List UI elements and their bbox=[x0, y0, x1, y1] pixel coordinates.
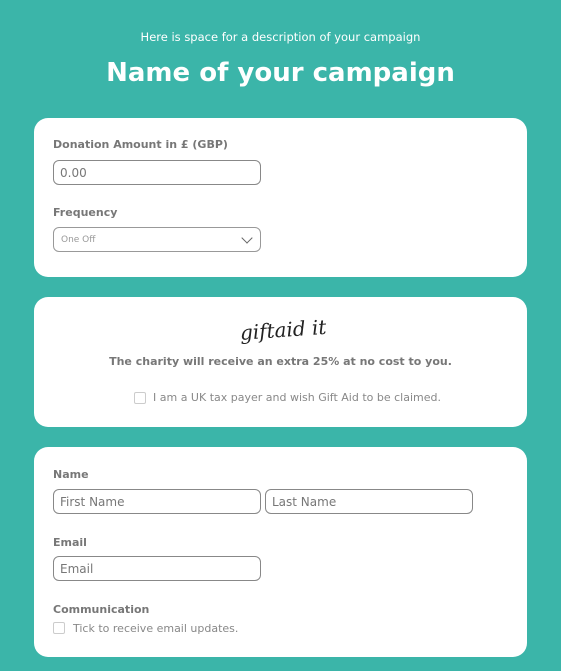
giftaid-info: The charity will receive an extra 25% at… bbox=[109, 355, 452, 368]
campaign-description: Here is space for a description of your … bbox=[140, 30, 421, 44]
communication-checkbox[interactable] bbox=[53, 622, 65, 634]
first-name-input[interactable] bbox=[53, 489, 261, 514]
communication-label: Communication bbox=[53, 603, 150, 616]
giftaid-card: giftaid it The charity will receive an e… bbox=[34, 297, 527, 427]
giftaid-logo-image: giftaid it bbox=[239, 315, 328, 345]
last-name-input[interactable] bbox=[265, 489, 473, 514]
name-label: Name bbox=[53, 468, 89, 481]
giftaid-logo: giftaid it bbox=[34, 315, 527, 353]
donation-amount-label: Donation Amount in £ (GBP) bbox=[53, 138, 228, 151]
donation-card: Donation Amount in £ (GBP) Frequency One… bbox=[34, 118, 527, 277]
communication-checkbox-label: Tick to receive email updates. bbox=[73, 622, 239, 635]
frequency-selected-value: One Off bbox=[61, 234, 96, 245]
svg-text:giftaid it: giftaid it bbox=[239, 315, 326, 345]
frequency-select[interactable]: One Off bbox=[53, 227, 261, 252]
details-card: Name Email Communication Tick to receive… bbox=[34, 447, 527, 657]
frequency-label: Frequency bbox=[53, 206, 118, 219]
giftaid-checkbox[interactable] bbox=[134, 392, 146, 404]
email-input[interactable] bbox=[53, 556, 261, 581]
giftaid-checkbox-label: I am a UK tax payer and wish Gift Aid to… bbox=[153, 391, 441, 404]
donation-amount-input[interactable] bbox=[53, 160, 261, 185]
email-label: Email bbox=[53, 536, 87, 549]
campaign-title: Name of your campaign bbox=[106, 58, 455, 88]
chevron-down-icon bbox=[241, 231, 253, 244]
